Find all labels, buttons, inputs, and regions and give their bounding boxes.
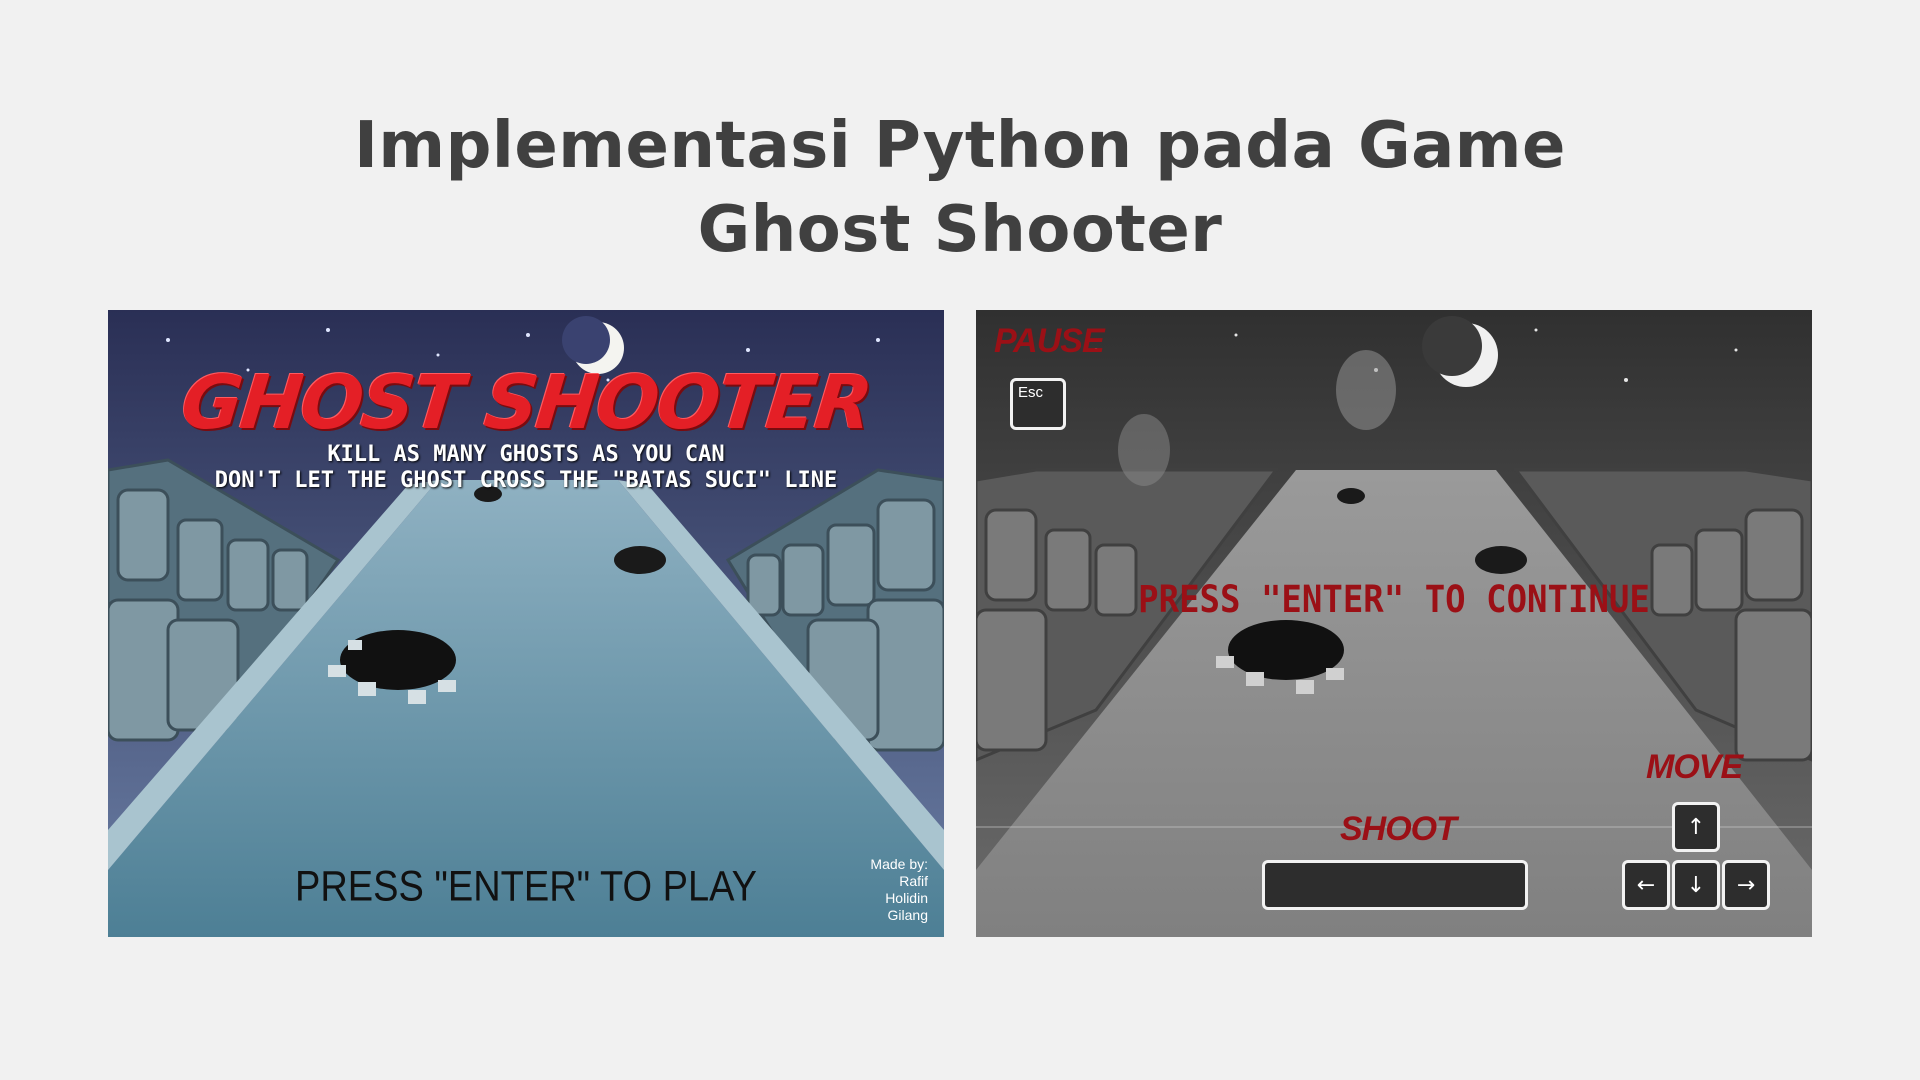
game-title: GHOST SHOOTER (177, 360, 875, 446)
menu-subtitle-2: DON'T LET THE GHOST CROSS THE "BATAS SUC… (214, 468, 838, 493)
credits: Made by: Rafif Holidin Gilang (870, 856, 928, 924)
press-enter-to-continue: PRESS "ENTER" TO CONTINUE (1138, 578, 1650, 622)
pause-label: PAUSE (994, 322, 1105, 360)
esc-key: Esc (1010, 378, 1066, 430)
shoot-label: SHOOT (1340, 810, 1457, 848)
arrow-up-key: ↑ (1672, 802, 1720, 852)
credit-name: Rafif (899, 873, 928, 889)
spacebar-key (1262, 860, 1528, 910)
slide: Implementasi Python pada Game Ghost Shoo… (0, 0, 1920, 1080)
menu-screenshot: GHOST SHOOTER KILL AS MANY GHOSTS AS YOU… (108, 310, 944, 937)
arrow-down-key: ↓ (1672, 860, 1720, 910)
pause-screenshot: PAUSE Esc PRESS "ENTER" TO CONTINUE SHOO… (976, 310, 1812, 937)
credit-name: Gilang (887, 907, 928, 923)
arrow-left-key: ← (1622, 860, 1670, 910)
press-enter-to-play: PRESS "ENTER" TO PLAY (294, 863, 757, 911)
credit-name: Holidin (885, 890, 928, 906)
credits-heading: Made by: (870, 856, 928, 872)
move-label: MOVE (1646, 748, 1743, 786)
page-title: Implementasi Python pada Game Ghost Shoo… (354, 109, 1566, 267)
arrow-right-key: → (1722, 860, 1770, 910)
menu-subtitle-1: KILL AS MANY GHOSTS AS YOU CAN (327, 442, 725, 467)
